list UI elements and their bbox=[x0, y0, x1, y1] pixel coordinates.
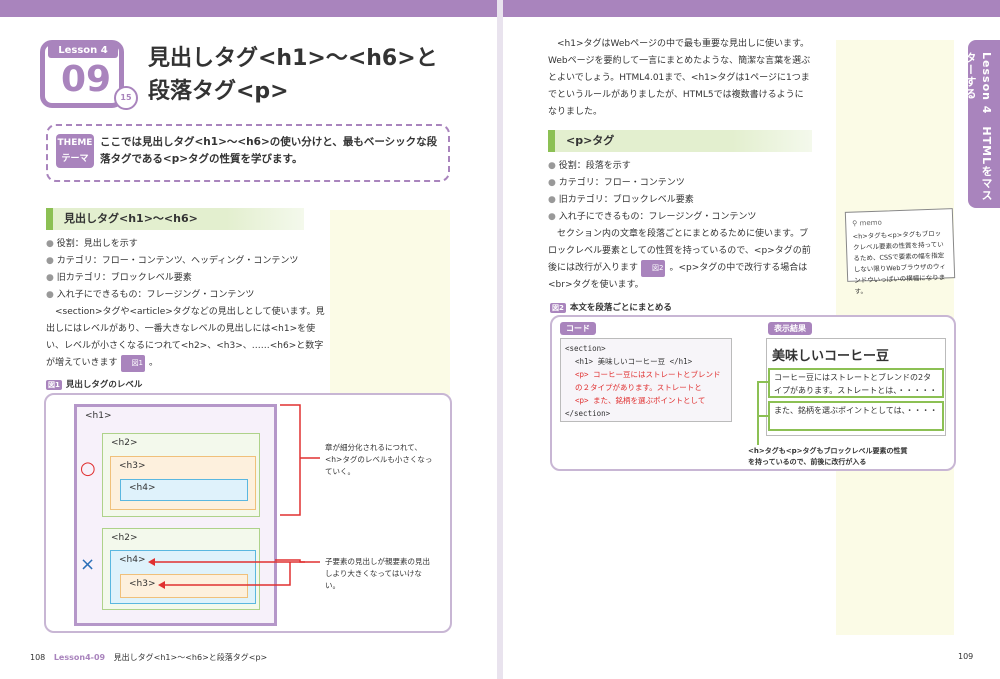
list-item: ● 旧カテゴリ：ブロックレベル要素 bbox=[46, 273, 192, 283]
fig1-note-1: 章が細分化されるにつれて、<h>タグのレベルも小さくなっていく。 bbox=[325, 443, 433, 476]
arrowhead-2 bbox=[158, 581, 165, 589]
right-bullets: ● 役割：段落を示す ● カテゴリ：フロー・コンテンツ ● 旧カテゴリ：ブロック… bbox=[548, 158, 812, 294]
arrow-to-h3 bbox=[160, 562, 291, 586]
arrowhead-1 bbox=[148, 558, 155, 566]
clock-icon: 15 bbox=[114, 86, 138, 110]
list-item: ● 旧カテゴリ：ブロックレベル要素 bbox=[548, 195, 694, 205]
figure-ref: 図2 bbox=[641, 260, 666, 277]
result-paragraph-2: また、銘柄を選ぶポイントとしては、・・・・ bbox=[768, 401, 944, 431]
figure-ref: 図1 bbox=[120, 355, 146, 372]
ng-mark: × bbox=[80, 554, 96, 575]
page-number-right: 109 bbox=[958, 652, 974, 661]
list-item: ● 入れ子にできるもの：フレージング・コンテンツ bbox=[46, 290, 255, 300]
memo-box: ⚲ memo <h>タグも<p>タグもブロックレベル要素の性質を持っているため、… bbox=[844, 208, 956, 296]
title-line-2: 段落タグ<p> bbox=[148, 79, 289, 104]
theme-label-en: THEME bbox=[57, 138, 93, 148]
code-label: コード bbox=[560, 322, 596, 335]
right-paragraph: セクション内の文章を段落ごとにまとめるために使います。ブロックレベル要素としての… bbox=[548, 229, 811, 290]
h4-box-ok: <h4> bbox=[120, 479, 248, 501]
pin-icon: ⚲ bbox=[852, 219, 858, 228]
margin-column-left bbox=[330, 210, 450, 395]
list-item: ● カテゴリ：フロー・コンテンツ、ヘッディング・コンテンツ bbox=[46, 256, 299, 266]
right-intro: <h1>タグはWebページの中で最も重要な見出しに使います。Webページを要約し… bbox=[548, 39, 811, 117]
result-title: 美味しいコーヒー豆 bbox=[772, 349, 890, 364]
footer-left: 108 Lesson4-09 見出しタグ<h1>〜<h6>と段落タグ<p> bbox=[30, 652, 267, 663]
section-heading-p: <p>タグ bbox=[548, 130, 812, 152]
bracket-line bbox=[280, 404, 301, 516]
footer-lesson: Lesson4-09 bbox=[53, 653, 106, 662]
page-number-left: 108 bbox=[30, 653, 46, 662]
memo-title: ⚲ memo bbox=[852, 218, 882, 228]
code-line: <p> コーヒー豆にはストレートとブレンドの２タイプがあります。ストレートとは、… bbox=[575, 370, 721, 392]
memo-text: <h>タグも<p>タグもブロックレベル要素の性質を持っているため、CSSで要素の… bbox=[852, 229, 947, 296]
fig1-arrows bbox=[148, 558, 305, 589]
list-item: ● 役割：見出しを示す bbox=[46, 239, 138, 249]
figure2-caption: 図2 本文を段落ごとにまとめる bbox=[550, 303, 672, 313]
lesson-label: Lesson 4 bbox=[48, 43, 118, 58]
page-gutter bbox=[497, 0, 503, 679]
footer-title: 見出しタグ<h1>〜<h6>と段落タグ<p> bbox=[113, 653, 268, 662]
list-item: ● カテゴリ：フロー・コンテンツ bbox=[548, 178, 685, 188]
code-line: <p> また、銘柄を選ぶポイントとしては、・・・・・・・・・・・・・・・・・・・… bbox=[575, 396, 706, 405]
theme-label-jp: テーマ bbox=[61, 154, 89, 164]
bracket-line bbox=[757, 381, 768, 445]
code-line: <section> bbox=[565, 344, 606, 353]
left-paragraph: <section>タグや<article>タグなどの見出しとして使います。見出し… bbox=[46, 304, 326, 372]
list-item: ● 入れ子にできるもの：フレージング・コンテンツ bbox=[548, 212, 757, 222]
list-item: ● 役割：段落を示す bbox=[548, 161, 631, 171]
fig1-note-2: 子要素の見出しが親要素の見出しより大きくなってはいけない。 bbox=[325, 557, 430, 590]
left-bullets: ● 役割：見出しを示す ● カテゴリ：フロー・コンテンツ、ヘッディング・コンテン… bbox=[46, 236, 326, 372]
page-title: 見出しタグ<h1>〜<h6>と 段落タグ<p> bbox=[148, 42, 448, 108]
result-label: 表示結果 bbox=[768, 322, 812, 335]
figure1-caption: 図1 見出しタグのレベル bbox=[46, 380, 143, 390]
theme-text: ここでは見出しタグ<h1>〜<h6>の使い分けと、最もベーシックな段落タグである… bbox=[100, 136, 438, 165]
lesson-number: 09 bbox=[60, 59, 112, 100]
result-bracket bbox=[757, 381, 768, 445]
code-line: <h1> 美味しいコーヒー豆 </h1> bbox=[575, 357, 693, 366]
side-tab-label: Lesson 4 HTMLをマスターする bbox=[964, 52, 993, 202]
code-line: </section> bbox=[565, 409, 611, 418]
result-paragraph-1: コーヒー豆にはストレートとブレンドの2タイプがあります。ストレートとは、・・・・… bbox=[768, 368, 944, 398]
section-heading-h: 見出しタグ<h1>〜<h6> bbox=[46, 208, 304, 230]
title-line-1: 見出しタグ<h1>〜<h6>と bbox=[148, 46, 438, 71]
code-block: <section> <h1> 美味しいコーヒー豆 </h1> <p> コーヒー豆… bbox=[560, 338, 732, 422]
theme-label: THEME テーマ bbox=[56, 134, 94, 168]
result-note: <h>タグも<p>タグもブロックレベル要素の性質を持っているので、前後に改行が入… bbox=[748, 447, 908, 466]
ok-mark: ○ bbox=[80, 458, 96, 479]
